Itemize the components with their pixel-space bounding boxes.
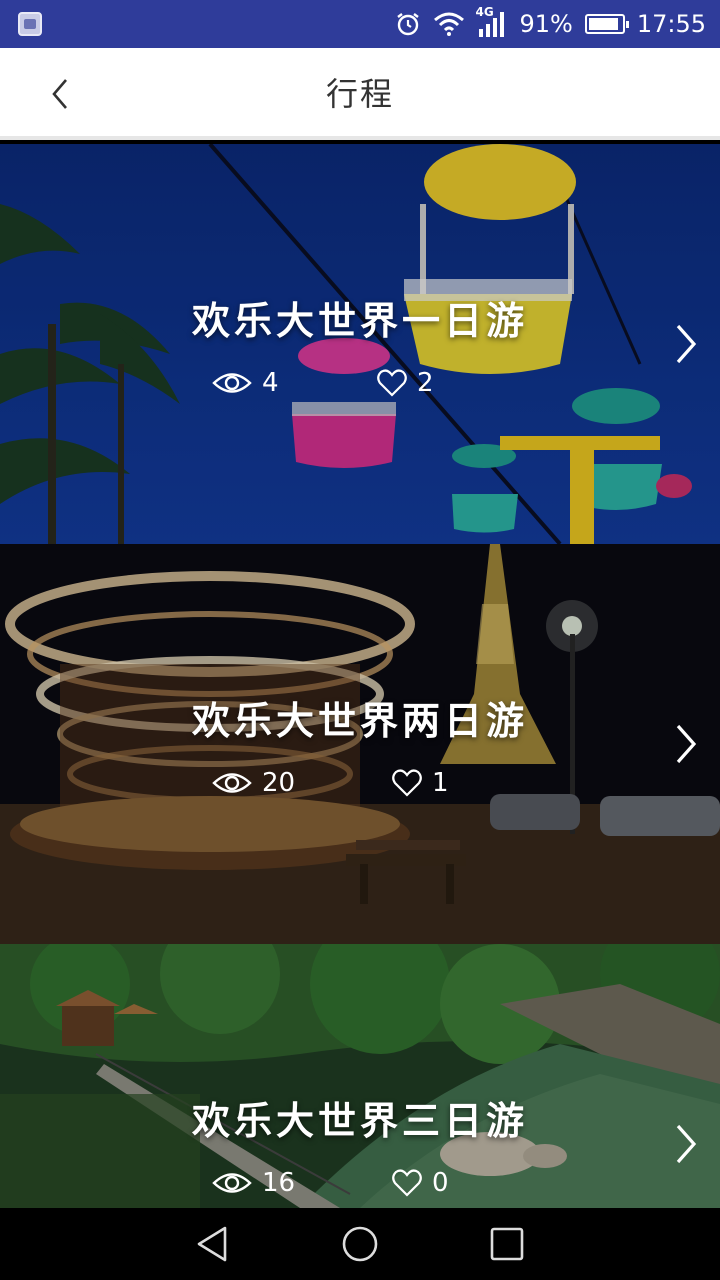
likes-count: 0 [432, 1168, 449, 1198]
battery-icon [584, 14, 629, 34]
trip-title: 欢乐大世界两日游 [191, 699, 528, 743]
views-count: 16 [262, 1168, 296, 1198]
likes-stat[interactable]: 1 [392, 768, 449, 798]
trip-card-3[interactable]: 欢乐大世界三日游 16 0 [0, 944, 720, 1208]
recents-square-icon[interactable] [487, 1224, 527, 1264]
alarm-icon [395, 11, 421, 37]
chevron-right-icon[interactable] [672, 1122, 700, 1166]
trip-card-2[interactable]: 欢乐大世界两日游 20 1 [0, 544, 720, 944]
back-button[interactable] [40, 74, 80, 114]
likes-stat[interactable]: 0 [392, 1168, 449, 1198]
views-count: 20 [262, 768, 296, 798]
network-type: 4G [475, 5, 494, 19]
app-header: 行程 [0, 48, 720, 140]
system-nav-bar [0, 1208, 720, 1280]
likes-count: 1 [432, 768, 449, 798]
heart-icon [392, 1169, 422, 1197]
trip-card-1[interactable]: 欢乐大世界一日游 4 2 [0, 144, 720, 544]
app-notification-icon [18, 12, 42, 36]
heart-icon [377, 369, 407, 397]
trip-stats: 20 1 [212, 768, 449, 798]
chevron-left-icon [52, 79, 67, 109]
eye-icon [212, 773, 252, 793]
status-bar: 4G 91% 17:55 [0, 0, 720, 48]
trip-stats: 4 2 [212, 368, 434, 398]
clock: 17:55 [636, 10, 706, 38]
likes-count: 2 [417, 368, 434, 398]
views-stat: 4 [212, 368, 377, 398]
battery-level [588, 18, 618, 30]
chevron-right-icon[interactable] [672, 322, 700, 366]
home-circle-icon[interactable] [340, 1224, 380, 1264]
trip-title: 欢乐大世界一日游 [191, 299, 528, 343]
eye-icon [212, 373, 252, 393]
back-triangle-icon[interactable] [193, 1224, 233, 1264]
views-count: 4 [262, 368, 279, 398]
eye-icon [212, 1173, 252, 1193]
battery-percent: 91% [519, 10, 573, 38]
views-stat: 16 [212, 1168, 392, 1198]
trip-stats: 16 0 [212, 1168, 449, 1198]
likes-stat[interactable]: 2 [377, 368, 434, 398]
page-title: 行程 [325, 75, 394, 113]
views-stat: 20 [212, 768, 392, 798]
signal-icon: 4G [475, 5, 507, 37]
heart-icon [392, 769, 422, 797]
chevron-right-icon[interactable] [672, 722, 700, 766]
wifi-icon [433, 12, 465, 36]
trip-title: 欢乐大世界三日游 [191, 1099, 528, 1143]
